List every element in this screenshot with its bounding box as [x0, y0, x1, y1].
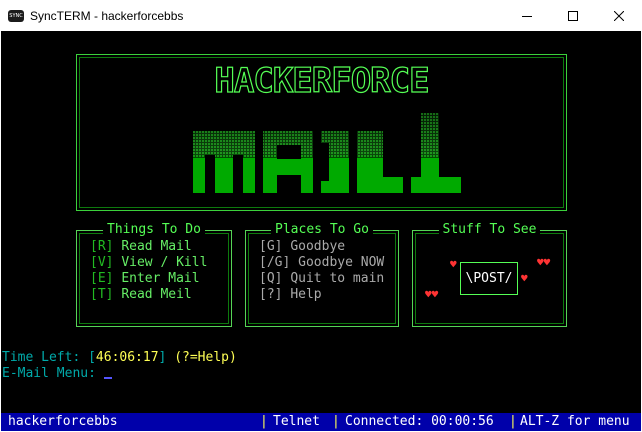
- status-separator: |: [332, 414, 340, 429]
- help-hint: (?=Help): [166, 350, 237, 365]
- things-to-do-title: Things To Do: [103, 222, 205, 237]
- status-separator: |: [509, 414, 517, 429]
- text-cursor: [103, 377, 112, 379]
- app-icon: SYNC: [8, 9, 24, 22]
- places-to-go-box: Places To Go [G] Goodbye [/G] Goodbye NO…: [245, 222, 399, 327]
- menu-item-goodbye[interactable]: [G] Goodbye: [259, 239, 345, 255]
- post-button[interactable]: \POST/: [460, 262, 518, 295]
- window-title: SyncTERM - hackerforcebbs: [30, 8, 184, 23]
- menu-item-view-kill[interactable]: [V] View / Kill: [90, 255, 207, 271]
- status-connected: Connected: 00:00:56: [345, 414, 494, 429]
- maximize-icon: [568, 10, 578, 21]
- time-left-line: Time Left: [46:06:17] (?=Help): [2, 350, 237, 365]
- heart-icon: ♥♥: [425, 288, 439, 301]
- minimize-icon: [522, 15, 532, 17]
- menu-item-quit-to-main[interactable]: [Q] Quit to main: [259, 271, 384, 287]
- logo-frame: HACKERFORCE: [76, 54, 567, 211]
- menu-item-goodbye-now[interactable]: [/G] Goodbye NOW: [259, 255, 384, 271]
- menu-prompt-line[interactable]: E-Mail Menu:: [2, 366, 112, 382]
- time-left-value: 46:06:17: [95, 350, 159, 365]
- status-host: hackerforcebbs: [8, 414, 118, 429]
- places-to-go-title: Places To Go: [271, 222, 373, 237]
- logo-wordmark: HACKERFORCE: [214, 60, 430, 101]
- heart-icon: ♥: [521, 272, 528, 285]
- logo-mail-art: [193, 113, 461, 203]
- menu-item-read-meil[interactable]: [T] Read Meil: [90, 287, 192, 303]
- menu-item-help[interactable]: [?] Help: [259, 287, 322, 303]
- terminal-screen[interactable]: HACKERFORCE Things To Do [R] Read Mail […: [1, 31, 641, 431]
- status-bar: hackerforcebbs | Telnet | Connected: 00:…: [1, 413, 641, 431]
- close-icon: [614, 10, 624, 21]
- status-separator: |: [260, 414, 268, 429]
- minimize-button[interactable]: [504, 0, 550, 31]
- heart-icon: ♥: [450, 258, 457, 271]
- status-protocol: Telnet: [273, 414, 320, 429]
- menu-item-enter-mail[interactable]: [E] Enter Mail: [90, 271, 200, 287]
- time-left-label: Time Left:: [2, 350, 89, 365]
- title-bar: SYNC SyncTERM - hackerforcebbs: [0, 0, 642, 31]
- heart-icon: ♥♥: [537, 256, 551, 269]
- close-button[interactable]: [596, 0, 642, 31]
- maximize-button[interactable]: [550, 0, 596, 31]
- status-menu-hint: ALT-Z for menu: [520, 414, 630, 429]
- things-to-do-box: Things To Do [R] Read Mail [V] View / Ki…: [76, 222, 232, 327]
- stuff-to-see-title: Stuff To See: [438, 222, 541, 237]
- menu-item-read-mail[interactable]: [R] Read Mail: [90, 239, 192, 255]
- menu-prompt-label: E-Mail Menu:: [2, 366, 104, 381]
